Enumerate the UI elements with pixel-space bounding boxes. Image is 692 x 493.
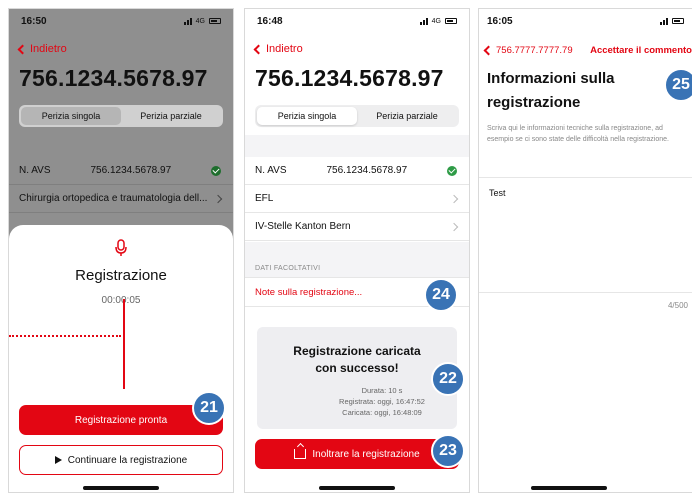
chevron-left-icon: [17, 44, 28, 54]
signal-icon: [660, 17, 668, 25]
step-badge-23: 23: [431, 434, 465, 468]
segmented-control: Perizia singola Perizia parziale: [19, 105, 223, 127]
play-icon: [54, 456, 62, 464]
uploaded-text: Caricata: oggi, 16:48:09: [342, 408, 422, 417]
page-title: 756.1234.5678.97: [19, 65, 208, 91]
back-button[interactable]: 756.7777.7777.79: [483, 45, 573, 56]
tab-perizia-singola[interactable]: Perizia singola: [257, 107, 357, 125]
card-title: Registrazione caricata con successo!: [257, 343, 457, 377]
chevron-right-icon: [213, 194, 223, 203]
back-label: Indietro: [266, 43, 303, 55]
signal-icon: [183, 17, 192, 25]
home-indicator: [531, 486, 607, 490]
network-label: 4G: [431, 17, 441, 25]
back-button[interactable]: Indietro: [17, 43, 67, 55]
chevron-left-icon: [483, 45, 494, 56]
step-badge-21: 21: [192, 391, 226, 425]
check-icon: [211, 165, 221, 176]
back-label: Indietro: [30, 43, 67, 55]
chevron-right-icon: [449, 222, 459, 231]
segmented-control: Perizia singola Perizia parziale: [255, 105, 459, 127]
chevron-left-icon: [253, 44, 264, 54]
card-details: Durata: 10 s Registrata: oggi, 16:47:52 …: [257, 385, 447, 418]
section-spacer: [245, 135, 469, 157]
description-text: Scriva qui le informazioni tecniche sull…: [487, 125, 669, 143]
button-label: Registrazione pronta: [74, 414, 168, 426]
playhead-line: [123, 299, 125, 389]
status-bar: 16:05: [479, 9, 692, 33]
button-label: Inoltrare la registrazione: [312, 448, 420, 460]
battery-icon: [672, 18, 684, 24]
signal-icon: [419, 17, 428, 25]
forward-recording-button[interactable]: Inoltrare la registrazione: [255, 439, 459, 469]
recorded-text: Registrata: oggi, 16:47:52: [339, 397, 425, 406]
battery-icon: [445, 18, 457, 24]
row-label: IV-Stelle Kanton Bern: [255, 221, 351, 232]
upload-success-card: Registrazione caricata con successo! Dur…: [257, 327, 457, 429]
step-badge-22: 22: [431, 362, 465, 396]
home-indicator: [83, 486, 159, 490]
list-row-specialty[interactable]: Chirurgia ortopedica e traumatologia del…: [9, 185, 233, 213]
network-label: 4G: [195, 17, 205, 25]
continue-recording-button[interactable]: Continuare la registrazione: [19, 445, 223, 475]
row-value: 756.1234.5678.97: [326, 165, 408, 176]
list-row-avs: N. AVS 756.1234.5678.97: [245, 157, 469, 185]
list-row-office[interactable]: IV-Stelle Kanton Bern: [245, 213, 469, 241]
screen-recording-uploaded: 16:48 4G Indietro 756.1234.5678.97 Periz…: [244, 8, 470, 493]
tab-perizia-parziale[interactable]: Perizia parziale: [357, 107, 457, 125]
chevron-right-icon: [449, 194, 459, 203]
row-label: EFL: [255, 193, 274, 204]
row-label: Chirurgia ortopedica e traumatologia del…: [19, 193, 208, 204]
back-label: 756.7777.7777.79: [496, 45, 573, 56]
status-time: 16:05: [487, 15, 513, 27]
back-button[interactable]: Indietro: [253, 43, 303, 55]
page-title: 756.1234.5678.97: [255, 65, 444, 91]
status-time: 16:48: [257, 15, 283, 27]
upload-icon: [294, 449, 307, 459]
navigation-bar: 756.7777.7777.79 Accettare il commento: [483, 45, 692, 56]
button-label: Continuare la registrazione: [67, 454, 188, 466]
notes-textarea[interactable]: Test: [479, 177, 692, 293]
card-title-line: con successo!: [315, 361, 399, 375]
page-title: Informazioni sulla registrazione: [487, 70, 615, 111]
waveform: [9, 335, 121, 337]
row-value: 756.1234.5678.97: [90, 165, 172, 176]
character-counter: 4/500: [667, 301, 688, 310]
row-label: N. AVS: [255, 165, 287, 176]
step-badge-25: 25: [664, 68, 692, 102]
recording-sheet: Registrazione 00:00:05 Registrazione pro…: [9, 225, 233, 492]
list-row-efl[interactable]: EFL: [245, 185, 469, 213]
tab-perizia-parziale[interactable]: Perizia parziale: [121, 107, 221, 125]
card-title-line: Registrazione caricata: [293, 344, 421, 358]
microphone-icon: [115, 239, 127, 256]
tab-perizia-singola[interactable]: Perizia singola: [21, 107, 121, 125]
accept-comment-button[interactable]: Accettare il commento: [590, 45, 692, 56]
status-bar: 16:48 4G: [245, 9, 469, 33]
battery-icon: [209, 18, 221, 24]
step-badge-24: 24: [424, 278, 458, 312]
status-bar: 16:50 4G: [9, 9, 233, 33]
recording-timer: 00:00:05: [101, 295, 141, 306]
screen-recording-notes: 16:05 756.7777.7777.79 Accettare il comm…: [478, 8, 692, 493]
home-indicator: [319, 486, 395, 490]
duration-text: Durata: 10 s: [361, 386, 403, 395]
section-header: DATI FACOLTATIVI: [255, 265, 321, 272]
status-time: 16:50: [21, 15, 47, 27]
sheet-title: Registrazione: [75, 267, 167, 284]
check-icon: [447, 165, 457, 176]
list-row-avs: N. AVS 756.1234.5678.97: [9, 157, 233, 185]
row-label: N. AVS: [19, 165, 51, 176]
